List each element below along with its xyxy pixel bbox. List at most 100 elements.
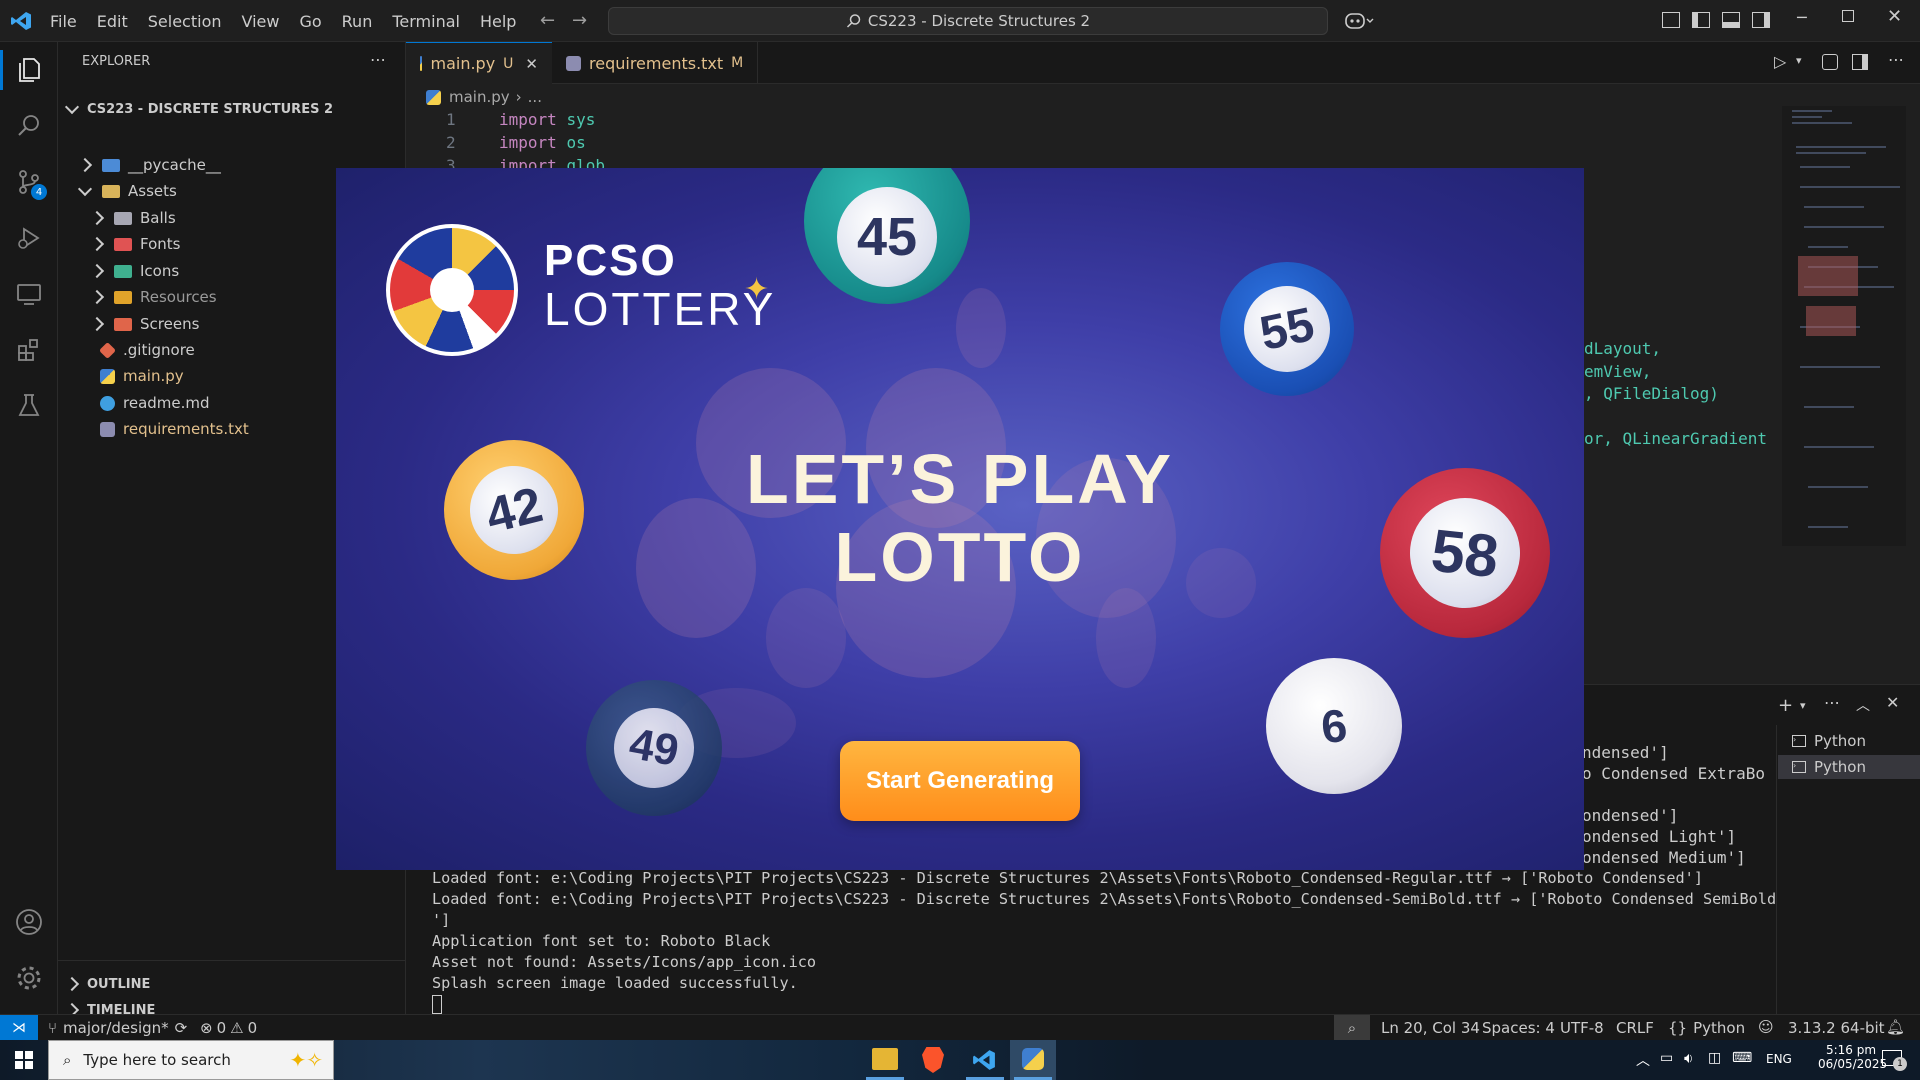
compare-changes-icon[interactable] bbox=[1822, 54, 1838, 70]
camera-icon[interactable]: ◫ bbox=[1708, 1050, 1721, 1066]
minimap-preview bbox=[1792, 110, 1900, 528]
chevron-down-icon[interactable]: ▾ bbox=[1796, 54, 1802, 67]
input-language[interactable]: ENG bbox=[1766, 1052, 1792, 1066]
close-window-icon[interactable]: ✕ bbox=[1887, 6, 1902, 27]
remote-explorer-icon[interactable] bbox=[11, 276, 47, 312]
encoding[interactable]: UTF-8 bbox=[1560, 1019, 1604, 1037]
ball-number: 6 bbox=[1318, 698, 1350, 754]
chevron-down-icon[interactable]: ▾ bbox=[1800, 699, 1806, 712]
command-center-search[interactable]: CS223 - Discrete Structures 2 bbox=[608, 7, 1328, 35]
sync-icon[interactable]: ⟳ bbox=[175, 1019, 188, 1037]
toggle-secondary-sidebar-icon[interactable] bbox=[1752, 12, 1770, 28]
menu-go[interactable]: Go bbox=[289, 12, 331, 31]
windows-start-icon[interactable] bbox=[15, 1051, 33, 1069]
breadcrumb-rest[interactable]: ... bbox=[528, 88, 542, 106]
more-actions-icon[interactable]: ⋯ bbox=[370, 50, 386, 69]
restore-icon[interactable] bbox=[1842, 10, 1854, 22]
menu-terminal[interactable]: Terminal bbox=[382, 12, 470, 31]
tree-item-label: __pycache__ bbox=[128, 156, 221, 174]
forward-arrow-icon[interactable]: → bbox=[572, 10, 587, 31]
branch-indicator[interactable]: ⑂ major/design* ⟳ bbox=[48, 1019, 187, 1037]
back-arrow-icon[interactable]: ← bbox=[540, 10, 555, 31]
zoom-icon[interactable]: ⌕ bbox=[1334, 1015, 1370, 1041]
terminal-output-line: ondensed Medium'] bbox=[1582, 848, 1746, 867]
split-editor-icon[interactable] bbox=[1852, 54, 1868, 70]
menu-run[interactable]: Run bbox=[332, 12, 383, 31]
terminal-cursor[interactable] bbox=[432, 995, 442, 1014]
search-sidebar-icon[interactable] bbox=[11, 108, 47, 144]
network-icon[interactable]: ▭ bbox=[1660, 1050, 1673, 1066]
explorer-icon[interactable] bbox=[11, 52, 47, 88]
tree-item-label: Resources bbox=[140, 288, 217, 306]
notifications-bell-icon[interactable]: 🔔︎ bbox=[1886, 1018, 1905, 1036]
extensions-icon[interactable] bbox=[11, 332, 47, 368]
menu-view[interactable]: View bbox=[232, 12, 290, 31]
terminal-output-line: Loaded font: e:\Coding Projects\PIT Proj… bbox=[432, 890, 1777, 908]
more-actions-icon[interactable]: ⋯ bbox=[1824, 693, 1840, 712]
workspace-root[interactable]: CS223 - DISCRETE STRUCTURES 2 bbox=[58, 96, 406, 122]
python-taskbar-button[interactable] bbox=[1010, 1040, 1056, 1080]
vscode-taskbar-icon[interactable] bbox=[972, 1048, 996, 1072]
cursor-position[interactable]: Ln 20, Col 34 bbox=[1381, 1019, 1480, 1037]
menu-file[interactable]: File bbox=[40, 12, 87, 31]
activity-bar: 4 bbox=[0, 42, 58, 1016]
minimap[interactable] bbox=[1782, 106, 1906, 546]
more-actions-icon[interactable]: ⋯ bbox=[1888, 50, 1904, 69]
source-control-icon[interactable]: 4 bbox=[11, 164, 47, 200]
close-panel-icon[interactable]: ✕ bbox=[1886, 693, 1899, 712]
toggle-panel-icon[interactable] bbox=[1722, 12, 1740, 28]
run-debug-icon[interactable] bbox=[11, 220, 47, 256]
keyboard-icon[interactable]: ⌨ bbox=[1732, 1050, 1752, 1066]
customize-layout-icon[interactable] bbox=[1662, 12, 1680, 28]
accounts-icon[interactable] bbox=[11, 904, 47, 940]
terminal-session-python-active[interactable]: › Python bbox=[1778, 755, 1920, 779]
maximize-panel-icon[interactable]: ︿ bbox=[1856, 695, 1870, 715]
problems-indicator[interactable]: ⊗ 0 ⚠ 0 bbox=[200, 1019, 257, 1037]
python-app-icon bbox=[1022, 1048, 1044, 1070]
chevron-right-icon bbox=[64, 976, 80, 992]
git-file-icon bbox=[99, 341, 116, 359]
line-endings[interactable]: CRLF bbox=[1616, 1019, 1654, 1037]
terminal-output-line: Splash screen image loaded successfully. bbox=[432, 974, 798, 992]
menu-edit[interactable]: Edit bbox=[87, 12, 138, 31]
run-file-icon[interactable]: ▷ bbox=[1774, 52, 1786, 71]
tab-requirements[interactable]: requirements.txt M bbox=[552, 42, 759, 84]
manage-gear-icon[interactable] bbox=[11, 960, 47, 996]
warning-icon: ⚠ bbox=[230, 1019, 244, 1037]
volume-icon[interactable]: 🔉︎ bbox=[1684, 1049, 1693, 1067]
start-generating-button[interactable]: Start Generating bbox=[840, 741, 1080, 821]
indentation[interactable]: Spaces: 4 bbox=[1482, 1019, 1555, 1037]
show-hidden-icons-icon[interactable]: ︿ bbox=[1636, 1050, 1650, 1070]
menu-help[interactable]: Help bbox=[470, 12, 526, 31]
folder-resources-icon bbox=[114, 290, 132, 304]
breadcrumb-file[interactable]: main.py bbox=[449, 88, 510, 106]
clock[interactable]: 5:16 pm 06/05/2025 bbox=[1818, 1043, 1888, 1071]
code-fragment: or, QLinearGradient bbox=[1584, 429, 1768, 448]
minimize-icon[interactable]: ─ bbox=[1797, 8, 1807, 27]
taskbar-search-box[interactable]: ⌕ Type here to search ✦✧ bbox=[48, 1040, 334, 1080]
remote-indicator-icon[interactable]: ⋊ bbox=[0, 1015, 38, 1041]
close-tab-icon[interactable]: ✕ bbox=[525, 55, 538, 73]
testing-icon[interactable] bbox=[11, 388, 47, 424]
python-interpreter[interactable]: 3.13.2 64-bit bbox=[1788, 1019, 1885, 1037]
file-explorer-icon[interactable] bbox=[872, 1048, 898, 1070]
outline-label: OUTLINE bbox=[87, 976, 151, 992]
new-terminal-icon[interactable]: + bbox=[1778, 695, 1793, 716]
copilot-icon[interactable] bbox=[1344, 11, 1374, 31]
language-mode[interactable]: {} Python bbox=[1668, 1019, 1745, 1037]
toggle-sidebar-icon[interactable] bbox=[1692, 12, 1710, 28]
outline-section[interactable]: OUTLINE bbox=[58, 971, 406, 997]
menu-selection[interactable]: Selection bbox=[138, 12, 232, 31]
search-icon bbox=[846, 14, 861, 28]
workspace-root-label: CS223 - DISCRETE STRUCTURES 2 bbox=[87, 101, 334, 117]
chevron-right-icon bbox=[89, 316, 105, 332]
python-file-icon bbox=[420, 56, 423, 71]
clock-date: 06/05/2025 bbox=[1818, 1057, 1888, 1071]
module: sys bbox=[566, 110, 596, 129]
line-number: 1 bbox=[446, 110, 456, 129]
copilot-status-icon[interactable]: ☺ bbox=[1758, 1018, 1774, 1036]
notification-center-icon[interactable]: 1 bbox=[1882, 1050, 1907, 1071]
tab-main-py[interactable]: main.py U ✕ bbox=[406, 42, 552, 84]
code-line: import sys bbox=[499, 110, 595, 129]
terminal-session-python[interactable]: › Python bbox=[1778, 729, 1920, 753]
